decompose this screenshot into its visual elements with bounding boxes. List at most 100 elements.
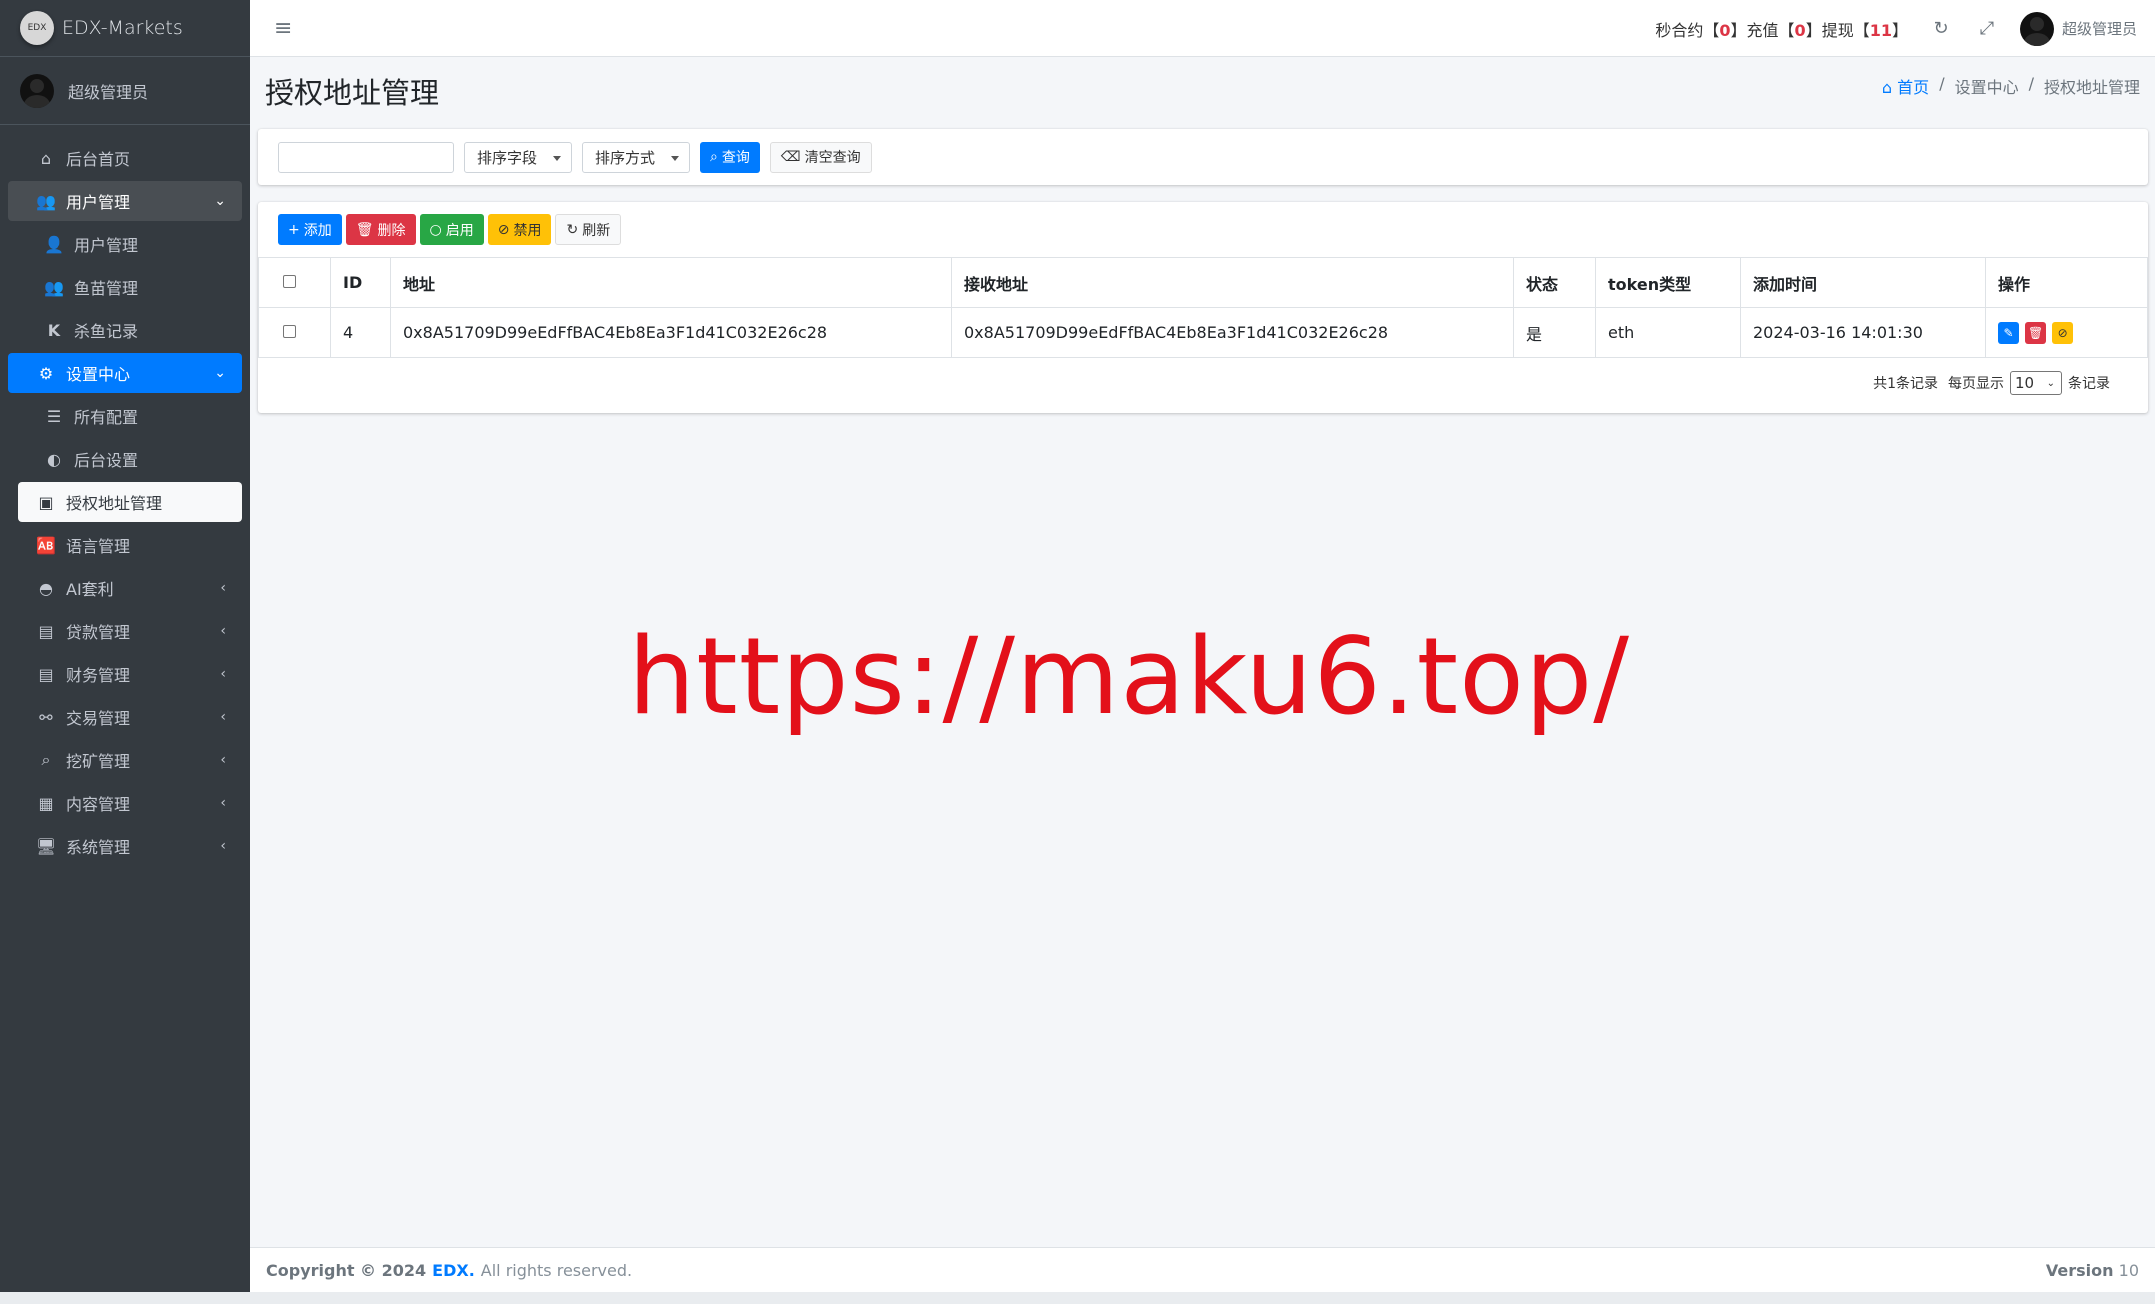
avatar[interactable] (2019, 11, 2054, 46)
money-icon: ▤ (38, 664, 54, 684)
sidebar-item-label: 用户管理 (66, 193, 131, 212)
trash-icon[interactable]: 🗑 (2025, 321, 2047, 344)
pagination: 共1条记录 每页显示 10 ⌄ 条记录 (1873, 371, 2110, 395)
sidebar-item-ai-arbitrage[interactable]: ◓ AI套利 ‹ (8, 568, 242, 608)
chevron-left-icon: ‹ (220, 752, 226, 768)
user-panel[interactable]: 超级管理员 (0, 57, 250, 125)
breadcrumb-parent[interactable]: 设置中心 (1955, 74, 2019, 98)
column-header-receive-address[interactable]: 接收地址 (951, 257, 1514, 308)
sidebar-item-finance[interactable]: ▤ 财务管理 ‹ (8, 654, 242, 694)
enable-button[interactable]: ○ 启用 (419, 214, 484, 245)
chevron-left-icon: ‹ (220, 838, 226, 854)
sidebar-item-label: 财务管理 (66, 666, 131, 685)
query-button[interactable]: ⌕ 查询 (700, 141, 760, 173)
column-header-token-type[interactable]: token类型 (1595, 257, 1741, 308)
sidebar-item-label: 设置中心 (66, 365, 131, 384)
sort-order-select[interactable]: 排序方式 (582, 141, 691, 173)
column-header-add-time[interactable]: 添加时间 (1740, 257, 1986, 308)
sidebar-item-users[interactable]: 👤 用户管理 (8, 224, 242, 264)
sidebar-item-loans[interactable]: ▤ 贷款管理 ‹ (8, 611, 242, 651)
sidebar-item-dashboard[interactable]: ⌂ 后台首页 (8, 138, 242, 178)
caret-down-icon (553, 155, 562, 161)
table-card: + 添加 🗑 删除 ○ 启用 ⊘ 禁用 ↻ 刷新 ID 地址 接收地址 状态 t… (258, 202, 2148, 413)
search-icon: ⌕ (41, 750, 51, 769)
sidebar-item-system[interactable]: 🖥 系统管理 ‹ (8, 826, 242, 866)
chevron-down-icon: ⌄ (214, 365, 226, 381)
clear-query-button[interactable]: ⌫ 清空查询 (769, 141, 872, 173)
sidebar-item-language[interactable]: 🆎 语言管理 (8, 525, 242, 565)
id-card-icon: ▣ (38, 492, 54, 512)
sidebar-item-user-management[interactable]: 👥 用户管理 ⌄ (8, 181, 242, 221)
cell-address: 0x8A51709D99eEdFfBAC4Eb8Ea3F1d41C032E26c… (390, 307, 952, 358)
sidebar-item-label: 鱼苗管理 (74, 279, 139, 298)
search-input[interactable] (278, 141, 454, 173)
breadcrumb-separator: / (2028, 74, 2034, 93)
sidebar-item-label: 贷款管理 (66, 623, 131, 642)
desktop-icon: 🖥 (35, 836, 57, 856)
column-header-id[interactable]: ID (330, 257, 391, 308)
top-right-area: 秒合约【0】充值【0】提现【11】 ↻ ⤢ 超级管理员 (1655, 0, 2137, 57)
breadcrumb-home[interactable]: ⌂ 首页 (1882, 74, 1929, 98)
select-all-checkbox[interactable] (283, 275, 296, 288)
delete-button[interactable]: 🗑 删除 (345, 214, 416, 245)
cell-actions: ✎ 🗑 ⊘ (1985, 307, 2148, 358)
disable-button[interactable]: ⊘ 禁用 (487, 214, 552, 245)
admin-name[interactable]: 超级管理员 (2062, 18, 2137, 39)
footer-brand-link[interactable]: EDX. (432, 1261, 475, 1280)
plus-icon: + (288, 221, 300, 238)
edit-icon[interactable]: ✎ (1998, 321, 2019, 344)
footer-rights: All rights reserved. (480, 1260, 633, 1280)
refresh-button[interactable]: ↻ 刷新 (555, 214, 622, 245)
footer-version-label: Version (2045, 1260, 2114, 1280)
column-header-status[interactable]: 状态 (1513, 257, 1596, 308)
breadcrumb-current: 授权地址管理 (2043, 78, 2140, 97)
refresh-icon[interactable]: ↻ (1928, 18, 1954, 39)
sidebar-nav: ⌂ 后台首页 👥 用户管理 ⌄ 👤 用户管理 👥 鱼苗管理 K 杀鱼记录 ⚙ 设… (0, 125, 250, 866)
stats-label-deposit: 】充值【 (1730, 20, 1795, 40)
sidebar-item-label: 后台设置 (74, 451, 139, 470)
sort-field-select[interactable]: 排序字段 (464, 141, 573, 173)
ban-icon[interactable]: ⊘ (2052, 321, 2074, 344)
sidebar-item-kill-records[interactable]: K 杀鱼记录 (8, 310, 242, 350)
page-title: 授权地址管理 (265, 76, 440, 110)
cogs-icon: ⚙ (38, 363, 54, 383)
refresh-button-label: 刷新 (582, 222, 611, 239)
sidebar-item-mining[interactable]: ⌕ 挖矿管理 ‹ (8, 740, 242, 780)
pagination-per-page-label: 每页显示 (1948, 376, 2004, 392)
pending-stats[interactable]: 秒合约【0】充值【0】提现【11】 (1655, 17, 1908, 41)
sidebar-item-admin-settings[interactable]: ◐ 后台设置 (8, 439, 242, 479)
chevron-left-icon: ‹ (220, 623, 226, 639)
sidebar-item-all-config[interactable]: ☰ 所有配置 (8, 396, 242, 436)
users-icon: 👥 (44, 277, 64, 297)
top-navbar: ≡ 秒合约【0】充值【0】提现【11】 ↻ ⤢ 超级管理员 (250, 0, 2155, 57)
sidebar-item-auth-address[interactable]: ▣ 授权地址管理 (18, 482, 242, 522)
sidebar-item-fry[interactable]: 👥 鱼苗管理 (8, 267, 242, 307)
sidebar-item-label: 所有配置 (74, 408, 139, 427)
sidebar-item-content[interactable]: ▦ 内容管理 ‹ (8, 783, 242, 823)
sidebar-item-trading[interactable]: ⚯ 交易管理 ‹ (8, 697, 242, 737)
footer-version-value: 10 (2118, 1260, 2139, 1280)
list-icon: ☰ (46, 406, 62, 426)
cell-id: 4 (330, 307, 391, 358)
brand-link[interactable]: EDX EDX-Markets (0, 0, 250, 57)
sidebar-item-label: 用户管理 (74, 236, 139, 255)
sidebar-item-label: 挖矿管理 (66, 752, 131, 771)
menu-toggle-icon[interactable]: ≡ (274, 16, 292, 41)
avatar (20, 73, 54, 108)
column-header-address[interactable]: 地址 (390, 257, 952, 308)
footer-copyright: Copyright © 2024 (266, 1260, 427, 1280)
row-checkbox[interactable] (283, 325, 296, 338)
pagination-total: 共1条记录 (1873, 376, 1938, 392)
exchange-icon: ⚯ (39, 707, 53, 727)
add-button[interactable]: + 添加 (278, 214, 342, 245)
trash-icon: 🗑 (355, 221, 374, 238)
user-name: 超级管理员 (68, 82, 149, 102)
sidebar-item-settings[interactable]: ⚙ 设置中心 ⌄ (8, 353, 242, 393)
stats-deposit-count: 0 (1794, 20, 1806, 40)
sidebar-item-label: 授权地址管理 (66, 494, 163, 513)
sidebar-item-label: 交易管理 (66, 709, 131, 728)
footer: Copyright © 2024 EDX. All rights reserve… (250, 1247, 2155, 1292)
fullscreen-icon[interactable]: ⤢ (1974, 18, 2000, 39)
search-card: 排序字段 排序方式 ⌕ 查询 ⌫ 清空查询 (258, 129, 2148, 185)
page-size-select[interactable]: 10 ⌄ (2010, 371, 2062, 395)
